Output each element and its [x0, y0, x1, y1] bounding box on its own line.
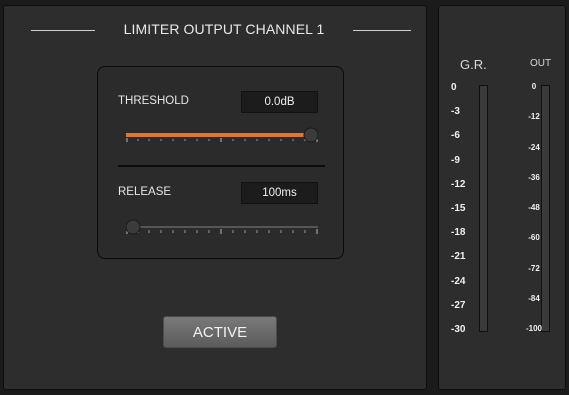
- gr-scale-label: 0: [451, 82, 457, 93]
- out-scale-label: -60: [528, 233, 540, 243]
- release-value-field[interactable]: 100ms: [241, 182, 318, 204]
- release-slider-track: [126, 226, 318, 228]
- out-scale-label: -12: [528, 112, 540, 122]
- panel-title: LIMITER OUTPUT CHANNEL 1: [123, 21, 325, 37]
- gr-meter-bar: [479, 85, 488, 332]
- gr-scale-label: -9: [451, 154, 460, 166]
- threshold-slider-ticks: [126, 138, 318, 142]
- out-scale-label: -100: [525, 324, 542, 333]
- out-scale-label: -24: [528, 142, 540, 152]
- gr-scale-label: -3: [451, 106, 460, 118]
- limiter-panel: LIMITER OUTPUT CHANNEL 1 THRESHOLD 0.0dB: [3, 5, 427, 390]
- gr-scale-label: -30: [451, 324, 466, 335]
- gr-scale-label: -27: [451, 299, 466, 311]
- active-button[interactable]: ACTIVE: [163, 316, 277, 348]
- out-scale-label: -72: [528, 263, 540, 273]
- gr-scale-label: -18: [451, 227, 466, 239]
- limiter-controls-box: THRESHOLD 0.0dB RELEASE 100ms: [97, 66, 344, 259]
- gr-scale-label: -15: [451, 203, 466, 214]
- threshold-slider[interactable]: [126, 125, 318, 145]
- section-divider: [118, 165, 325, 167]
- threshold-slider-fill: [126, 133, 317, 137]
- gr-scale-label: -12: [451, 178, 466, 190]
- out-scale-label: -36: [528, 172, 540, 182]
- gr-meter-title: G.R.: [460, 57, 487, 72]
- out-scale-label: 0: [531, 82, 537, 91]
- threshold-slider-knob[interactable]: [303, 127, 318, 143]
- title-rule-right: [353, 30, 411, 31]
- title-rule-left: [31, 30, 95, 31]
- threshold-label: THRESHOLD: [118, 95, 189, 107]
- gr-scale-label: -21: [451, 251, 466, 263]
- out-scale-label: -48: [528, 203, 540, 212]
- gr-scale-label: -6: [451, 130, 460, 142]
- out-scale-label: -84: [528, 293, 540, 303]
- gr-scale-label: -24: [451, 275, 466, 287]
- release-slider-knob[interactable]: [126, 219, 141, 235]
- out-meter-title: OUT: [530, 58, 552, 69]
- release-label: RELEASE: [118, 186, 172, 198]
- threshold-value-field[interactable]: 0.0dB: [241, 91, 318, 113]
- release-slider[interactable]: [126, 217, 318, 237]
- release-slider-ticks: [126, 229, 318, 234]
